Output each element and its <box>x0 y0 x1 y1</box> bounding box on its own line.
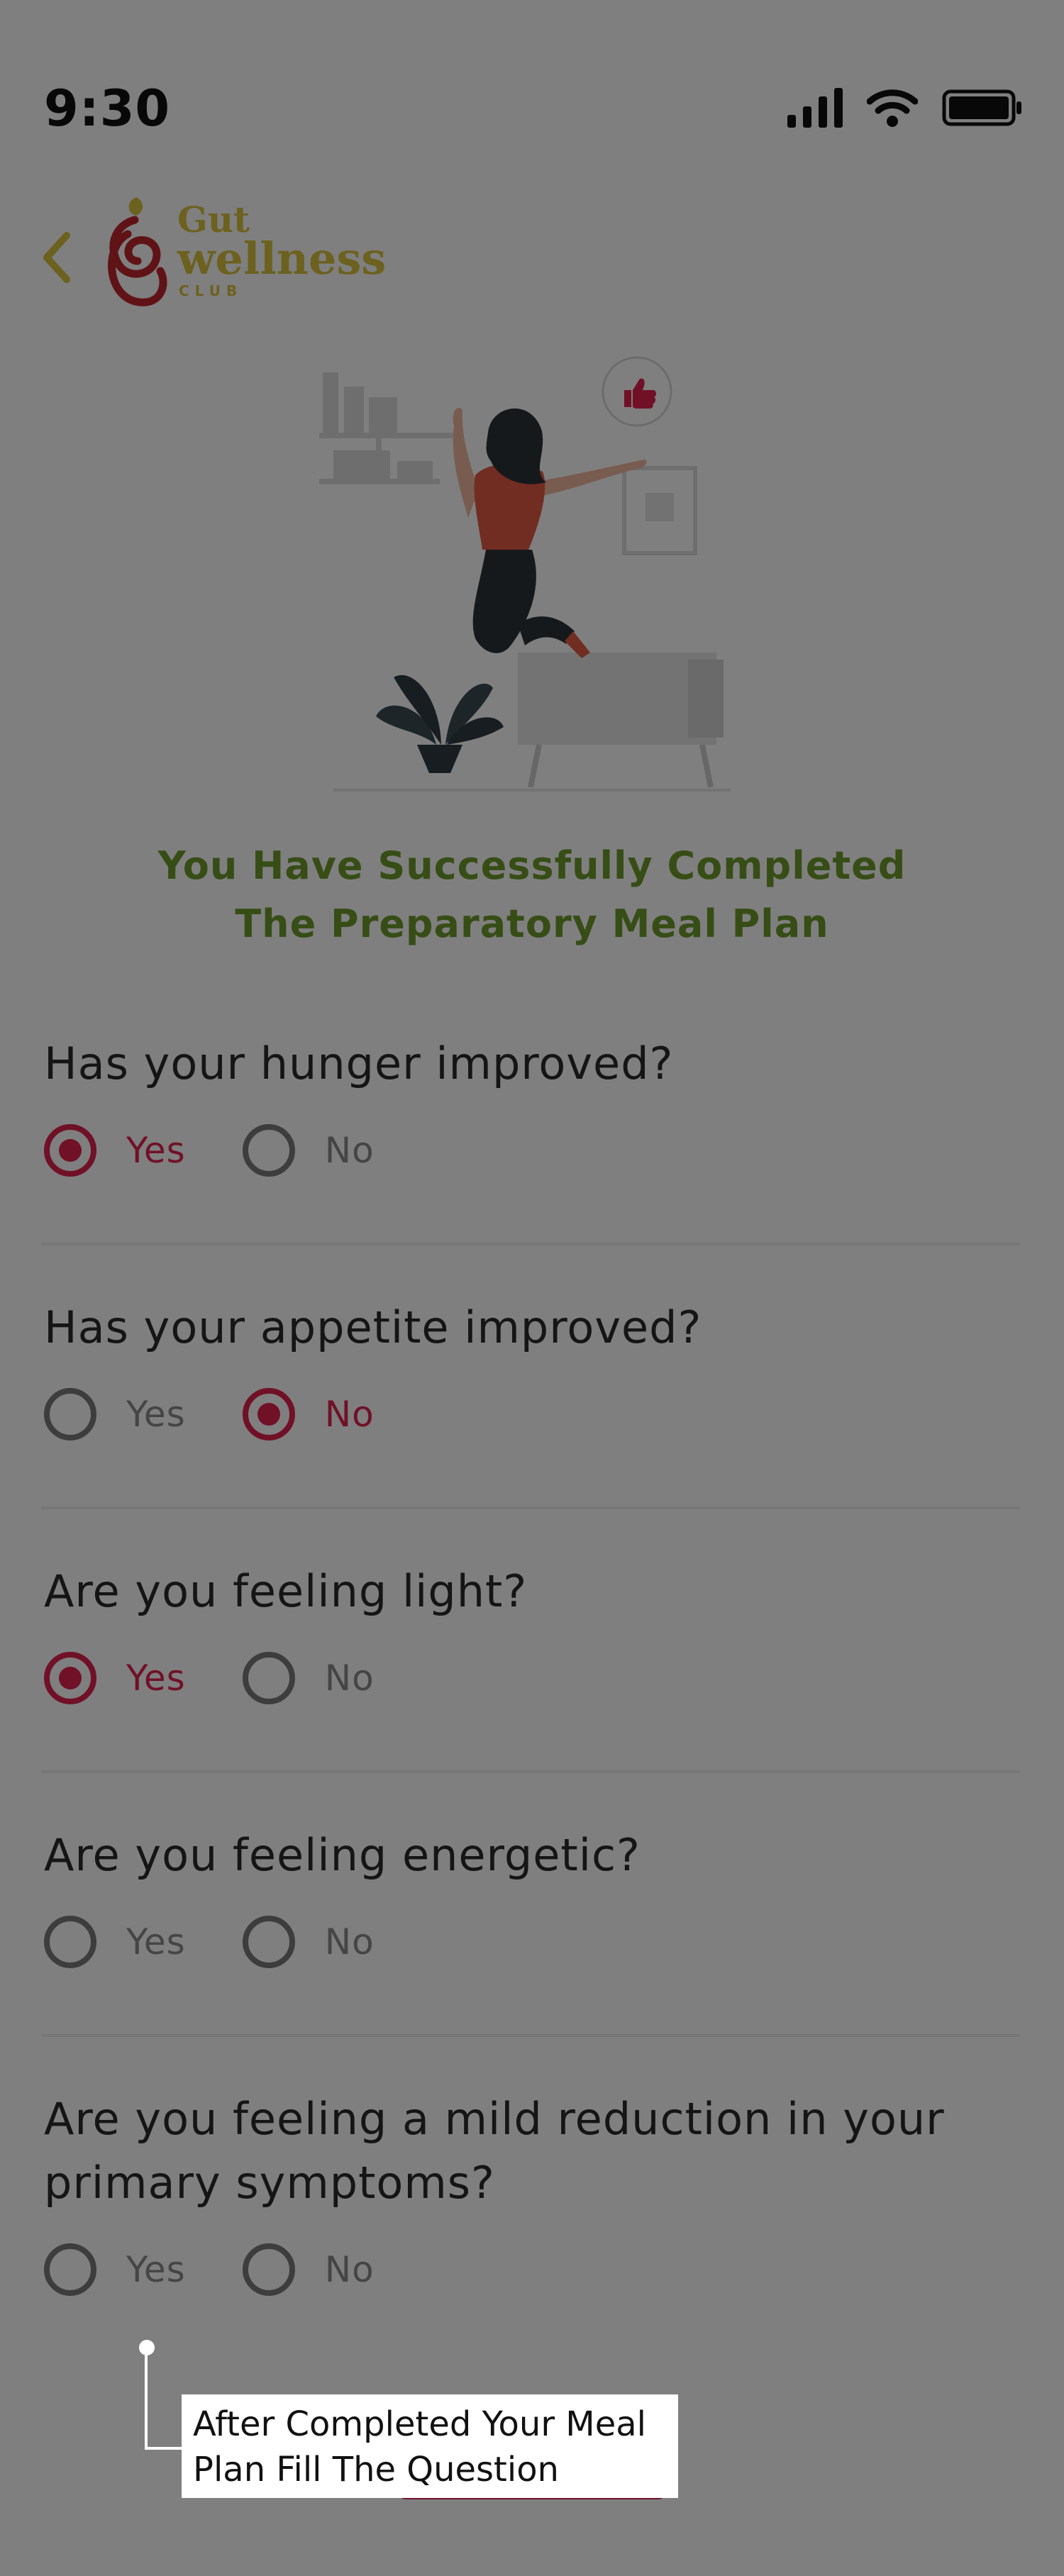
option-label: Yes <box>126 1394 186 1435</box>
option-label: No <box>324 2249 375 2290</box>
question-light: Are you feeling light? Yes No <box>44 1560 1020 1704</box>
option-label: No <box>324 1921 375 1962</box>
question-label: Are you feeling energetic? <box>44 1829 641 1881</box>
option-yes[interactable]: Yes <box>44 1124 186 1177</box>
question-label: Has your hunger improved? <box>44 1038 674 1089</box>
question-hunger: Has your hunger improved? Yes No <box>44 1032 1020 1177</box>
radio-button-selected[interactable] <box>44 1652 96 1704</box>
question-label: Are you feeling a mild reduction in your… <box>44 2093 945 2209</box>
success-message-line1: You Have Successfully Completed <box>157 843 907 888</box>
radio-button[interactable] <box>242 1916 295 1968</box>
option-no[interactable]: No <box>242 1388 375 1440</box>
logo-text-wellness: wellness <box>177 233 387 284</box>
status-time: 9:30 <box>44 79 171 138</box>
onboarding-tooltip[interactable]: After Completed Your Meal Plan Fill The … <box>182 2394 678 2498</box>
tooltip-line1: After Completed Your Meal <box>193 2404 646 2444</box>
question-appetite: Has your appetite improved? Yes No <box>44 1296 1020 1440</box>
question-label: Are you feeling light? <box>44 1565 528 1617</box>
radio-group: Yes No <box>44 1124 1020 1177</box>
question-energetic: Are you feeling energetic? Yes No <box>44 1823 1020 1968</box>
option-label: Yes <box>126 1130 186 1171</box>
wifi-icon <box>867 89 918 127</box>
gut-wellness-logo: Gut wellness CLUB <box>99 191 397 312</box>
radio-group: Yes No <box>44 1388 1020 1440</box>
screen: 9:30 Gut wellness CLUB You Have Successf… <box>0 0 1064 2576</box>
radio-button[interactable] <box>242 2243 295 2296</box>
tooltip-connector <box>145 2349 148 2450</box>
tooltip-connector <box>145 2447 184 2450</box>
battery-icon <box>942 89 1021 126</box>
option-label: Yes <box>126 2249 186 2290</box>
option-label: No <box>324 1130 375 1171</box>
celebration-illustration <box>319 356 731 792</box>
option-label: No <box>324 1658 375 1699</box>
radio-button[interactable] <box>242 1124 295 1177</box>
option-no[interactable]: No <box>242 1652 375 1704</box>
logo-text-club: CLUB <box>179 282 243 299</box>
success-message: You Have Successfully Completed The Prep… <box>106 837 958 953</box>
option-no[interactable]: No <box>242 2243 375 2296</box>
option-no[interactable]: No <box>242 1916 375 1968</box>
cellular-signal-icon <box>787 88 843 128</box>
divider <box>41 1770 1020 1773</box>
divider <box>41 1243 1020 1245</box>
radio-button[interactable] <box>44 1916 96 1968</box>
option-yes[interactable]: Yes <box>44 1916 186 1968</box>
option-no[interactable]: No <box>242 1124 375 1177</box>
option-label: Yes <box>126 1921 186 1962</box>
radio-group: Yes No <box>44 1916 1020 1968</box>
logo-mark-icon <box>108 197 167 306</box>
status-icons <box>787 88 1023 128</box>
tooltip-line2: Plan Fill The Question <box>193 2450 559 2489</box>
radio-group: Yes No <box>44 1652 1020 1704</box>
question-label: Has your appetite improved? <box>44 1301 702 1353</box>
divider <box>41 2034 1020 2037</box>
radio-button[interactable] <box>44 1388 96 1440</box>
radio-button-selected[interactable] <box>44 1124 96 1177</box>
option-yes[interactable]: Yes <box>44 2243 186 2296</box>
radio-button-selected[interactable] <box>242 1388 295 1440</box>
option-yes[interactable]: Yes <box>44 1388 186 1440</box>
radio-button[interactable] <box>242 1652 295 1704</box>
option-label: Yes <box>126 1658 186 1699</box>
radio-group: Yes No <box>44 2243 994 2296</box>
question-symptoms: Are you feeling a mild reduction in your… <box>44 2087 994 2296</box>
back-chevron-icon[interactable] <box>35 226 78 289</box>
radio-button[interactable] <box>44 2243 96 2296</box>
divider <box>41 1506 1020 1509</box>
option-label: No <box>324 1394 375 1435</box>
option-yes[interactable]: Yes <box>44 1652 186 1704</box>
success-message-line2: The Preparatory Meal Plan <box>235 901 829 946</box>
